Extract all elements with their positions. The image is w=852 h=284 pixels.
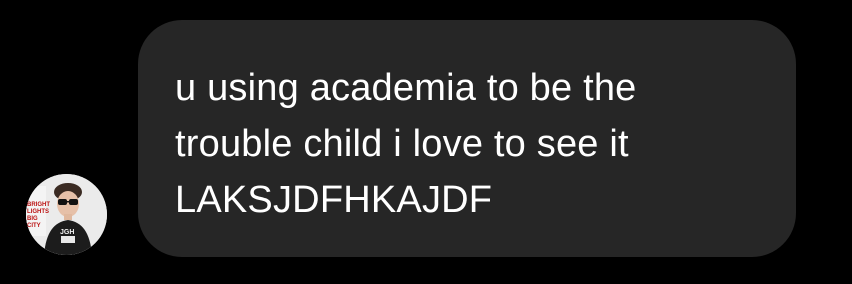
avatar-photo-icon: BRIGHT LIGHTS BIG CITY JGH bbox=[26, 174, 107, 255]
svg-text:JGH: JGH bbox=[60, 229, 74, 236]
message-row: BRIGHT LIGHTS BIG CITY JGH u using acade… bbox=[0, 0, 852, 284]
message-text: u using academia to be the trouble child… bbox=[175, 67, 637, 221]
avatar[interactable]: BRIGHT LIGHTS BIG CITY JGH bbox=[26, 174, 107, 255]
message-bubble[interactable]: u using academia to be the trouble child… bbox=[138, 20, 796, 257]
svg-text:LIGHTS: LIGHTS bbox=[27, 209, 49, 215]
svg-text:BIG: BIG bbox=[27, 216, 38, 222]
svg-text:CITY: CITY bbox=[27, 223, 41, 229]
svg-text:BRIGHT: BRIGHT bbox=[27, 202, 50, 208]
